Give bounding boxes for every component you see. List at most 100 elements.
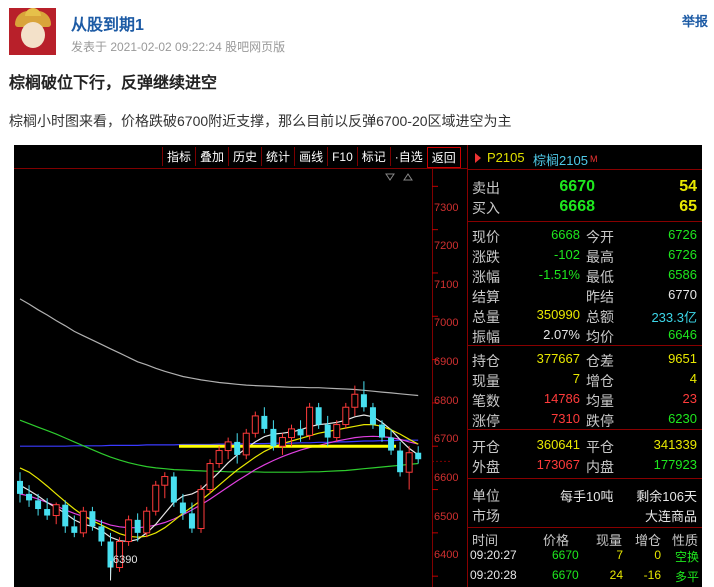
candle-body bbox=[152, 484, 160, 512]
stat-label: 内盘 bbox=[586, 459, 614, 475]
candle-body bbox=[143, 510, 151, 534]
stat-value: -1.51% bbox=[538, 267, 580, 282]
tick-row: 09:20:28 6670 24 -16 多平 bbox=[468, 566, 702, 586]
y-tick-label: 6400 bbox=[434, 549, 459, 561]
stat-label: 最高 bbox=[586, 249, 614, 265]
tick-vol: 24 bbox=[609, 568, 623, 582]
stat-value: 7310 bbox=[551, 411, 580, 426]
quote-row: 现价 6668 今开 6726 bbox=[468, 225, 702, 245]
divider bbox=[468, 478, 702, 479]
stat-value: 23 bbox=[682, 391, 697, 406]
chart-toolbar: 指标 叠加 历史 统计 画线 F10 标记 ·自选 返回 bbox=[162, 147, 461, 168]
market-row: 市场 大连商品 bbox=[468, 504, 702, 524]
stat-value: 6770 bbox=[668, 287, 697, 302]
candle-body bbox=[415, 452, 422, 460]
toolbar-mark-button[interactable]: 标记 bbox=[356, 147, 390, 166]
candle-body bbox=[324, 424, 331, 438]
tick-price: 6670 bbox=[552, 568, 579, 582]
toolbar-back-button[interactable]: 返回 bbox=[426, 147, 461, 168]
tick-row: 09:20:27 6670 7 0 空换 bbox=[468, 546, 702, 566]
quote-row: 持仓 377667 仓差 9651 bbox=[468, 349, 702, 369]
candle-body bbox=[170, 476, 177, 503]
stat-value: 350990 bbox=[536, 307, 580, 322]
stat-label: 笔数 bbox=[472, 393, 500, 409]
stat-label: 均量 bbox=[586, 393, 614, 409]
quote-row: 笔数 14786 均量 23 bbox=[468, 389, 702, 409]
post-content: 棕榈小时图来看，价格跌破6700附近支撑，那么目前以反弹6700-20区域进空为… bbox=[9, 113, 512, 129]
toolbar-overlay-button[interactable]: 叠加 bbox=[195, 147, 228, 166]
toolbar-watchlist-button[interactable]: ·自选 bbox=[389, 147, 427, 166]
tick-vol: 7 bbox=[616, 548, 623, 562]
candle-body bbox=[89, 511, 96, 527]
candle-body bbox=[351, 393, 359, 408]
username-link[interactable]: 从股到期1 bbox=[71, 11, 144, 35]
buy-row: 买入 6668 65 bbox=[468, 196, 702, 216]
quote-row: 涨停 7310 跌停 6230 bbox=[468, 409, 702, 429]
candle-body bbox=[234, 441, 241, 455]
unit-label: 单位 bbox=[472, 488, 500, 504]
market-label: 市场 bbox=[472, 508, 500, 524]
stat-label: 平仓 bbox=[586, 439, 614, 455]
stat-label: 涨幅 bbox=[472, 269, 500, 285]
report-link[interactable]: 举报 bbox=[682, 11, 708, 30]
stat-label: 增仓 bbox=[586, 373, 614, 389]
sell-volume: 54 bbox=[679, 178, 697, 195]
candle-body bbox=[98, 526, 105, 542]
sell-price: 6670 bbox=[559, 178, 595, 195]
quote-header: P2105 棕榈2105 M bbox=[468, 145, 702, 170]
stat-label: 最低 bbox=[586, 269, 614, 285]
quote-row: 涨幅 -1.51% 最低 6586 bbox=[468, 265, 702, 285]
unit-row: 单位 每手10吨 剩余106天 bbox=[468, 484, 702, 504]
candle-body bbox=[52, 504, 60, 517]
y-tick-label: 6600 bbox=[434, 472, 459, 484]
stat-value: 9651 bbox=[668, 351, 697, 366]
y-tick-label: 7100 bbox=[434, 279, 459, 291]
candle-body bbox=[179, 502, 186, 514]
candle-body bbox=[215, 450, 223, 465]
avatar[interactable] bbox=[9, 8, 56, 55]
divider bbox=[468, 221, 702, 222]
stat-value: -102 bbox=[553, 247, 580, 262]
candle-body bbox=[224, 441, 232, 452]
tick-nature: 空换 bbox=[674, 550, 699, 564]
candle-body bbox=[333, 424, 341, 439]
stat-label: 开仓 bbox=[472, 439, 500, 455]
divider bbox=[468, 429, 702, 430]
stat-label: 现价 bbox=[472, 229, 500, 245]
quote-row: 现量 7 增仓 4 bbox=[468, 369, 702, 389]
avatar-hat-top bbox=[25, 8, 41, 16]
post-meta: 发表于 2021-02-02 09:22:24 股吧网页版 bbox=[71, 40, 286, 54]
candle-body bbox=[17, 480, 23, 494]
stat-value: 6230 bbox=[668, 411, 697, 426]
quote-row: 振幅 2.07% 均价 6646 bbox=[468, 325, 702, 345]
stat-label: 结算 bbox=[472, 289, 500, 305]
stat-label: 总量 bbox=[472, 309, 500, 325]
avatar-face bbox=[21, 22, 45, 48]
ma-line bbox=[19, 298, 419, 397]
candle-body bbox=[44, 509, 51, 516]
toolbar-f10-button[interactable]: F10 bbox=[327, 147, 357, 166]
candle-body bbox=[388, 437, 395, 451]
candle-body bbox=[35, 500, 42, 510]
stat-label: 现量 bbox=[472, 373, 500, 389]
y-tick-label: 6900 bbox=[434, 356, 459, 368]
candle-body bbox=[315, 407, 322, 425]
toolbar-draw-button[interactable]: 画线 bbox=[294, 147, 327, 166]
quote-row: 外盘 173067 内盘 177923 bbox=[468, 455, 702, 475]
toolbar-stats-button[interactable]: 统计 bbox=[261, 147, 294, 166]
candle-body bbox=[342, 406, 350, 426]
stat-value: 6726 bbox=[668, 227, 697, 242]
y-tick-label: 6500 bbox=[434, 511, 459, 523]
low-annotation: 6390 bbox=[113, 554, 138, 566]
candle-body bbox=[206, 463, 214, 491]
toolbar-indicator-button[interactable]: 指标 bbox=[162, 147, 195, 166]
stat-value: 14786 bbox=[543, 391, 580, 406]
candle-body bbox=[197, 489, 205, 530]
buy-price: 6668 bbox=[559, 198, 595, 215]
candle-body bbox=[134, 519, 141, 533]
low-annotation-leader bbox=[110, 560, 112, 581]
post-title: 棕榈破位下行，反弹继续进空 bbox=[9, 75, 218, 92]
toolbar-history-button[interactable]: 历史 bbox=[228, 147, 261, 166]
tick-oi: 0 bbox=[654, 548, 661, 562]
triangle-icon bbox=[475, 153, 481, 163]
